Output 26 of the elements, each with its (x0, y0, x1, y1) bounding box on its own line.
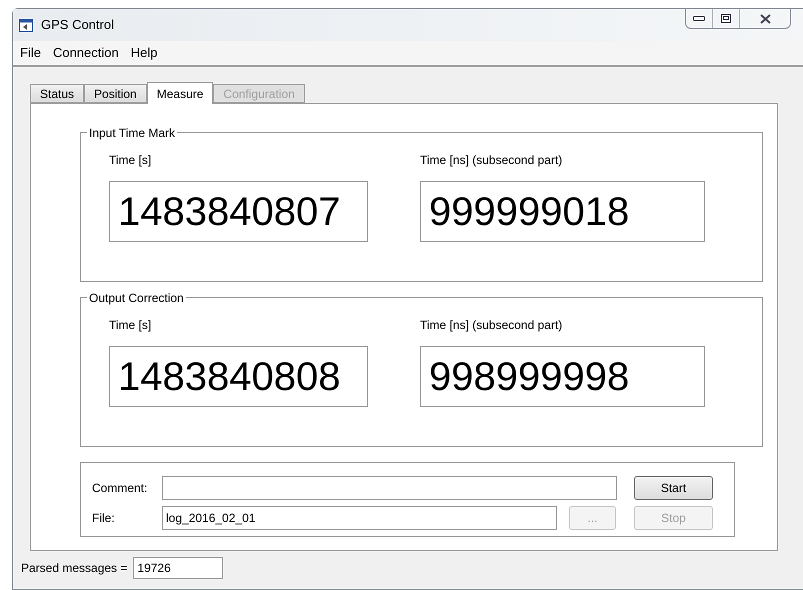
file-label: File: (92, 510, 116, 527)
time-value-field[interactable]: 1483840807 (109, 181, 368, 242)
app-icon (19, 18, 33, 32)
tab[interactable]: Status (30, 84, 84, 103)
maximize-icon (721, 14, 731, 23)
time-value-field[interactable]: 999999018 (420, 181, 705, 242)
close-icon (760, 14, 770, 24)
menu-item[interactable]: File (19, 43, 42, 63)
comment-field[interactable] (162, 476, 617, 500)
start-button[interactable]: Start (634, 476, 713, 500)
parsed-messages-field: 19726 (133, 557, 224, 579)
window-title: GPS Control (41, 16, 114, 34)
minimize-icon (693, 16, 705, 21)
time-label: Time [s] (109, 317, 152, 334)
time-label: Time [ns] (subsecond part) (420, 152, 564, 169)
file-field[interactable]: log_2016_02_01 (162, 506, 557, 530)
time-value-field[interactable]: 1483840808 (109, 346, 368, 407)
menu-item[interactable]: Help (130, 43, 158, 63)
parsed-messages-label: Parsed messages = (21, 560, 128, 577)
tab[interactable]: Position (84, 84, 147, 103)
comment-label: Comment: (92, 480, 148, 497)
time-label: Time [ns] (subsecond part) (420, 317, 564, 334)
time-value-field[interactable]: 998999998 (420, 346, 705, 407)
time-label: Time [s] (109, 152, 152, 169)
menu-item[interactable]: Connection (52, 43, 120, 63)
tab[interactable]: Measure (146, 82, 214, 104)
